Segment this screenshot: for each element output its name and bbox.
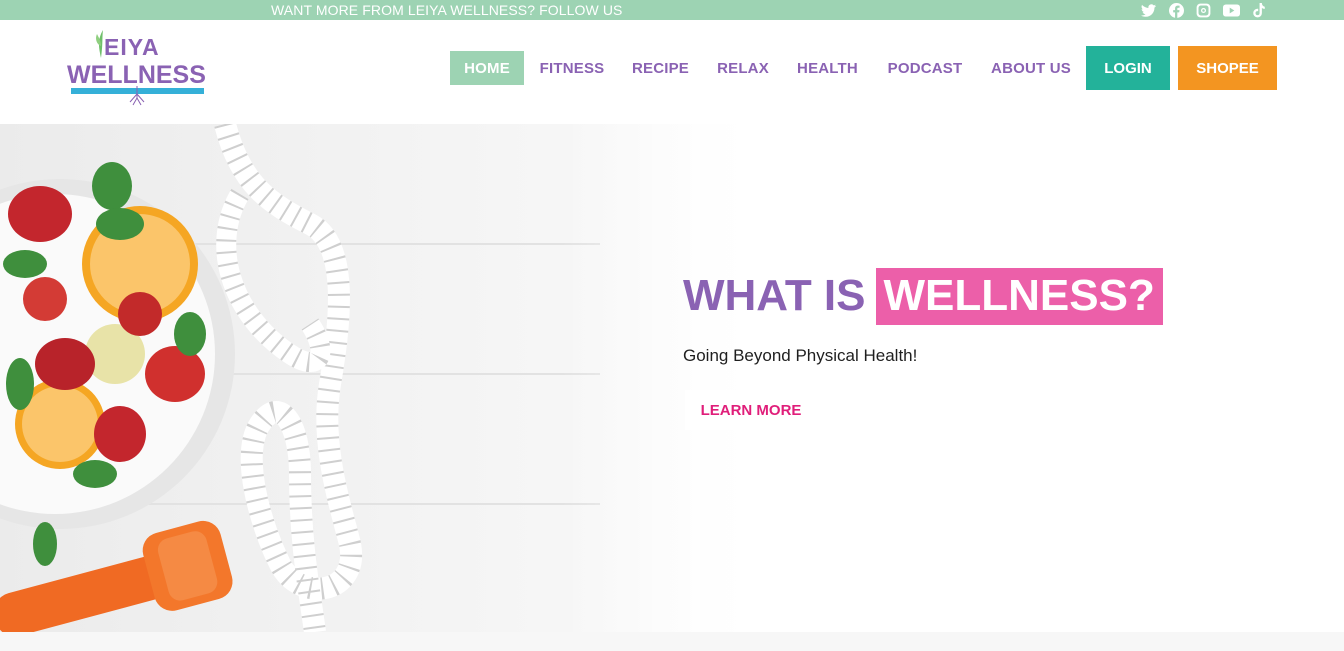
nav-home[interactable]: HOME <box>450 51 524 85</box>
hero-banner: WHAT IS WELLNESS? Going Beyond Physical … <box>0 124 1344 632</box>
hero-title-highlight: WELLNESS? <box>875 267 1163 325</box>
site-header: EIYA WELLNESS HOME FITNESS RECIPE RELAX … <box>0 20 1344 124</box>
roots-icon <box>129 86 145 106</box>
nav-health[interactable]: HEALTH <box>791 51 864 85</box>
hero-title-part1: WHAT IS <box>683 271 866 320</box>
instagram-icon[interactable] <box>1194 1 1212 19</box>
hero-title: WHAT IS WELLNESS? <box>683 267 1163 325</box>
login-button[interactable]: LOGIN <box>1086 46 1170 90</box>
follow-us-text: WANT MORE FROM LEIYA WELLNESS? FOLLOW US <box>271 2 623 18</box>
tiktok-icon[interactable] <box>1250 1 1268 19</box>
nav-fitness[interactable]: FITNESS <box>534 51 610 85</box>
nav-podcast[interactable]: PODCAST <box>881 51 969 85</box>
logo-text-top: EIYA <box>104 34 160 60</box>
nav-relax[interactable]: RELAX <box>712 51 774 85</box>
nav-recipe[interactable]: RECIPE <box>627 51 694 85</box>
nav-about-us[interactable]: ABOUT US <box>986 51 1076 85</box>
hero-image-fade <box>560 124 780 632</box>
leiya-wellness-logo[interactable]: EIYA WELLNESS <box>66 28 216 108</box>
shopee-button[interactable]: SHOPEE <box>1178 46 1277 90</box>
hero-subtitle: Going Beyond Physical Health! <box>683 346 918 365</box>
section-divider <box>0 632 1344 651</box>
youtube-icon[interactable] <box>1222 1 1240 19</box>
twitter-icon[interactable] <box>1139 1 1157 19</box>
top-announcement-bar: WANT MORE FROM LEIYA WELLNESS? FOLLOW US <box>0 0 1344 20</box>
learn-more-button[interactable]: LEARN MORE <box>685 390 817 430</box>
facebook-icon[interactable] <box>1167 1 1185 19</box>
